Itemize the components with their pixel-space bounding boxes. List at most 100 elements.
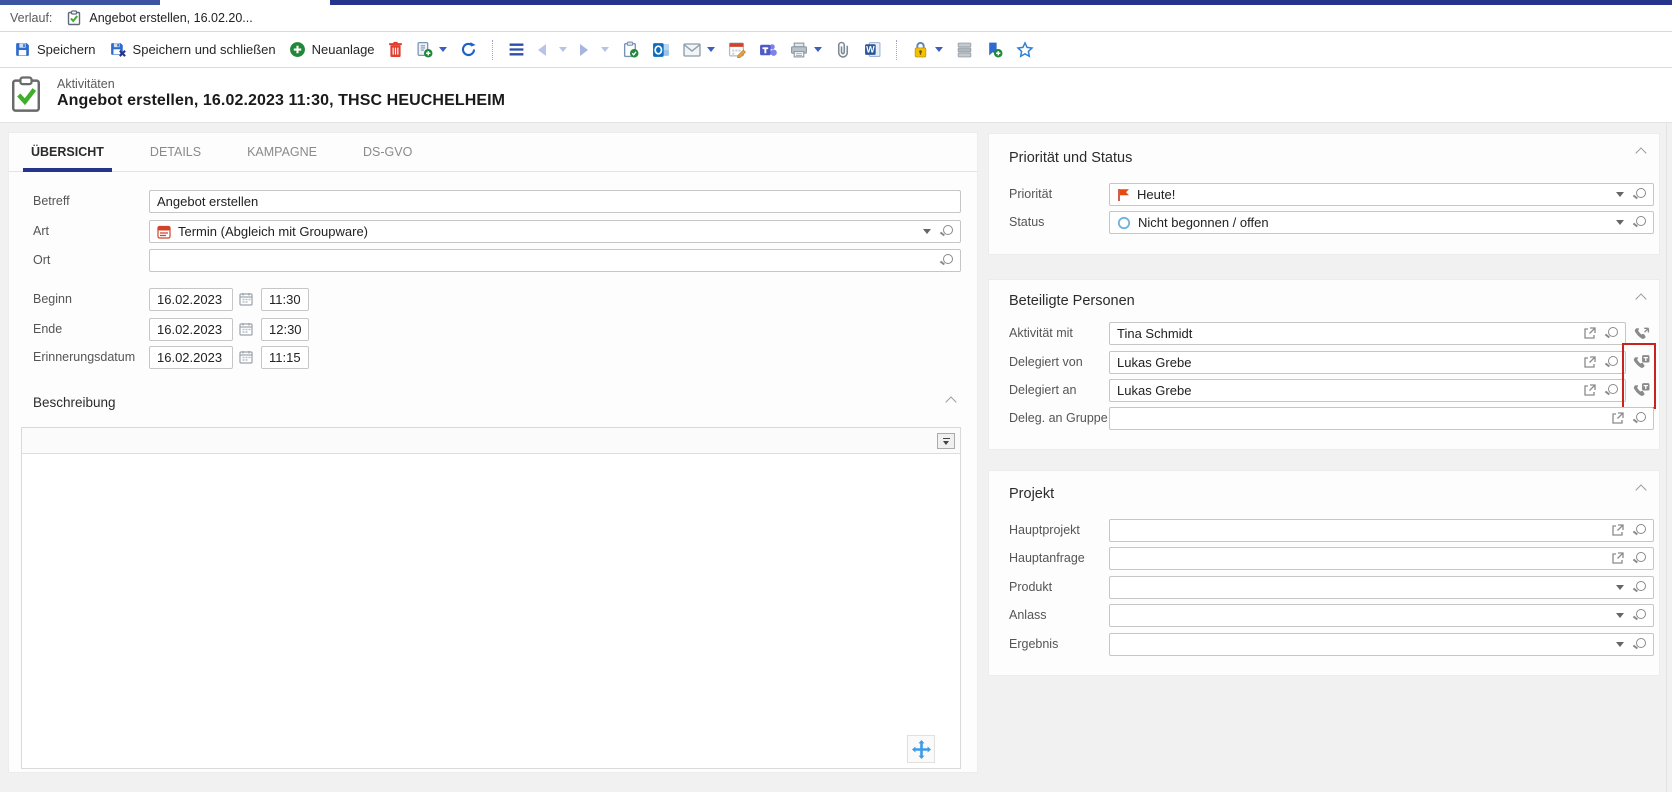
hauptanfrage-field[interactable] xyxy=(1109,547,1654,570)
hauptanfrage-search-icon[interactable] xyxy=(1633,552,1646,565)
print-dropdown-chevron-icon[interactable] xyxy=(814,47,822,52)
tab-uebersicht[interactable]: ÜBERSICHT xyxy=(31,133,104,172)
aktivitaet-mit-field[interactable]: Tina Schmidt xyxy=(1109,322,1626,345)
trash-icon xyxy=(388,41,403,58)
art-field[interactable]: Termin (Abgleich mit Groupware) xyxy=(149,220,961,243)
hauptprojekt-search-icon[interactable] xyxy=(1633,524,1646,537)
print-button[interactable] xyxy=(788,39,824,61)
right-edge-divider xyxy=(1666,123,1667,792)
tab-dsgvo[interactable]: DS-GVO xyxy=(363,133,412,172)
open-record-icon[interactable] xyxy=(1583,327,1596,340)
delegiert-an-search-icon[interactable] xyxy=(1605,384,1618,397)
refresh-button[interactable] xyxy=(458,38,479,61)
beginn-time-input[interactable] xyxy=(261,288,309,311)
art-search-icon[interactable] xyxy=(940,225,953,238)
beginn-datepicker-icon[interactable] xyxy=(239,292,253,306)
attachment-button[interactable] xyxy=(833,38,853,61)
ergebnis-field[interactable] xyxy=(1109,633,1654,656)
save-and-close-button[interactable]: Speichern und schließen xyxy=(107,38,278,61)
history-bar: Verlauf: Angebot erstellen, 16.02.20... xyxy=(0,5,1672,32)
hauptprojekt-field[interactable] xyxy=(1109,519,1654,542)
delegiert-an-field[interactable]: Lukas Grebe xyxy=(1109,379,1626,402)
produkt-search-icon[interactable] xyxy=(1633,581,1646,594)
save-button[interactable]: Speichern xyxy=(12,38,98,61)
deleg-an-gruppe-field[interactable] xyxy=(1109,407,1654,430)
word-export-button[interactable]: W xyxy=(862,38,883,61)
ergebnis-dropdown-chevron-icon[interactable] xyxy=(1616,642,1624,647)
new-record-button[interactable]: Neuanlage xyxy=(287,38,377,61)
teams-button[interactable] xyxy=(757,38,779,62)
appointment-edit-button[interactable] xyxy=(726,38,748,61)
anlass-dropdown-chevron-icon[interactable] xyxy=(1616,613,1624,618)
editor-dropdown-button[interactable] xyxy=(937,433,955,449)
ende-datepicker-icon[interactable] xyxy=(239,322,253,336)
back-history-dropdown[interactable] xyxy=(557,44,569,55)
send-email-button[interactable] xyxy=(681,40,717,60)
delegiert-von-field[interactable]: Lukas Grebe xyxy=(1109,351,1626,374)
open-record-icon[interactable] xyxy=(1583,384,1596,397)
teams-call-icon[interactable] xyxy=(1630,351,1652,374)
ort-field[interactable] xyxy=(149,249,961,272)
erinnerung-datepicker-icon[interactable] xyxy=(239,350,253,364)
email-dropdown-chevron-icon[interactable] xyxy=(707,47,715,52)
history-tab[interactable]: Angebot erstellen, 16.02.20... xyxy=(66,10,252,26)
erinnerung-time-input[interactable] xyxy=(261,346,309,369)
anlass-field[interactable] xyxy=(1109,604,1654,627)
permissions-dropdown-chevron-icon[interactable] xyxy=(935,47,943,52)
open-record-icon[interactable] xyxy=(1611,524,1624,537)
bookmark-add-button[interactable] xyxy=(984,38,1005,61)
teams-call-icon[interactable] xyxy=(1630,379,1652,402)
permissions-button[interactable] xyxy=(910,38,945,61)
record-tabs: ÜBERSICHT DETAILS KAMPAGNE DS-GVO xyxy=(9,133,977,172)
ergebnis-search-icon[interactable] xyxy=(1633,638,1646,651)
status-dropdown-chevron-icon[interactable] xyxy=(1616,220,1624,225)
editor-move-handle[interactable] xyxy=(907,735,935,763)
beginn-date-input[interactable] xyxy=(149,288,233,311)
status-field[interactable]: Nicht begonnen / offen xyxy=(1109,211,1654,234)
ende-label: Ende xyxy=(33,322,62,336)
prioritaet-field[interactable]: Heute! xyxy=(1109,183,1654,206)
open-record-icon[interactable] xyxy=(1611,412,1624,425)
status-search-icon[interactable] xyxy=(1633,216,1646,229)
call-forward-icon[interactable] xyxy=(1630,322,1652,345)
open-record-icon[interactable] xyxy=(1583,356,1596,369)
erinnerung-date-input[interactable] xyxy=(149,346,233,369)
beschreibung-collapse-icon[interactable] xyxy=(945,396,957,404)
open-record-icon[interactable] xyxy=(1611,552,1624,565)
panel-collapse-icon[interactable] xyxy=(1635,293,1647,301)
deleg-an-gruppe-search-icon[interactable] xyxy=(1633,412,1646,425)
panel-collapse-icon[interactable] xyxy=(1635,484,1647,492)
favorite-button[interactable] xyxy=(1014,38,1036,61)
aktivitaet-mit-search-icon[interactable] xyxy=(1605,327,1618,340)
hamburger-menu-icon xyxy=(508,42,525,57)
beschreibung-editor[interactable] xyxy=(21,427,961,769)
forward-history-dropdown[interactable] xyxy=(599,44,611,55)
produkt-field[interactable] xyxy=(1109,576,1654,599)
svg-text:W: W xyxy=(866,45,875,55)
prioritaet-dropdown-chevron-icon[interactable] xyxy=(1616,192,1624,197)
ort-search-icon[interactable] xyxy=(940,254,953,267)
menu-button[interactable] xyxy=(506,39,527,60)
panel-collapse-icon[interactable] xyxy=(1635,147,1647,155)
delegiert-von-search-icon[interactable] xyxy=(1605,356,1618,369)
history-label: Verlauf: xyxy=(10,11,52,25)
tab-details[interactable]: DETAILS xyxy=(150,133,201,172)
anlass-search-icon[interactable] xyxy=(1633,609,1646,622)
ende-time-input[interactable] xyxy=(261,318,309,341)
produkt-dropdown-chevron-icon[interactable] xyxy=(1616,585,1624,590)
art-dropdown-chevron-icon[interactable] xyxy=(923,229,931,234)
prioritaet-search-icon[interactable] xyxy=(1633,188,1646,201)
delete-button[interactable] xyxy=(386,38,405,61)
forward-button[interactable] xyxy=(578,41,590,59)
ende-date-input[interactable] xyxy=(149,318,233,341)
betreff-input[interactable] xyxy=(149,190,961,213)
archive-button[interactable] xyxy=(954,39,975,61)
copy-with-new-button[interactable] xyxy=(414,38,449,61)
status-open-circle-icon xyxy=(1117,216,1131,230)
tab-kampagne[interactable]: KAMPAGNE xyxy=(247,133,317,172)
back-button[interactable] xyxy=(536,41,548,59)
new-activity-button[interactable] xyxy=(620,38,641,61)
copy-dropdown-chevron-icon[interactable] xyxy=(439,47,447,52)
word-icon: W xyxy=(864,41,881,58)
outlook-button[interactable] xyxy=(650,38,672,62)
